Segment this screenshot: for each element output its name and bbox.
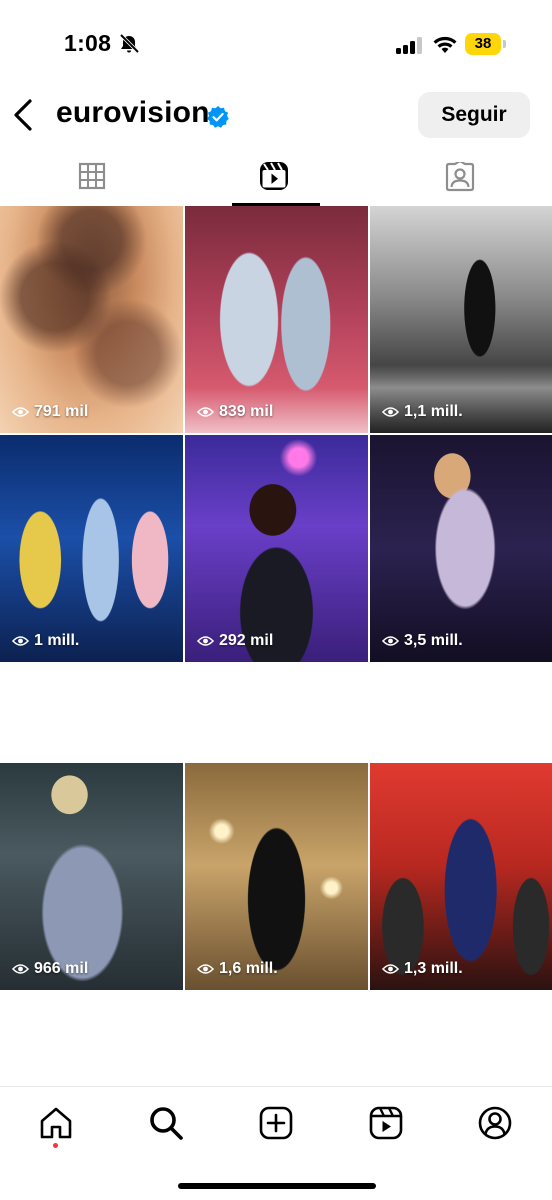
battery-icon: 38 bbox=[465, 33, 501, 55]
battery-cap bbox=[503, 40, 506, 48]
eye-icon bbox=[12, 407, 29, 417]
notification-dot bbox=[53, 1143, 58, 1148]
reels-icon[interactable] bbox=[368, 1105, 404, 1141]
bell-muted-icon bbox=[119, 34, 140, 54]
wifi-icon bbox=[433, 36, 457, 53]
bottom-nav bbox=[0, 1086, 552, 1200]
view-count: 3,5 mill. bbox=[382, 632, 463, 650]
back-chevron-icon[interactable] bbox=[12, 98, 34, 132]
home-icon[interactable] bbox=[38, 1105, 74, 1141]
tagged-icon bbox=[445, 162, 475, 192]
plus-square-icon[interactable] bbox=[258, 1105, 294, 1141]
tab-grid[interactable] bbox=[0, 152, 184, 206]
profile-icon[interactable] bbox=[477, 1105, 513, 1141]
reel-thumbnail[interactable]: 966 mil bbox=[0, 763, 183, 990]
verified-badge-icon bbox=[207, 106, 229, 128]
eye-icon bbox=[382, 636, 399, 646]
profile-tabs bbox=[0, 152, 552, 206]
tab-reels[interactable] bbox=[184, 152, 368, 206]
reel-thumbnail[interactable]: 1,1 mill. bbox=[370, 206, 552, 433]
follow-button[interactable]: Seguir bbox=[418, 92, 530, 138]
view-count: 1,3 mill. bbox=[382, 960, 463, 978]
eye-icon bbox=[197, 964, 214, 974]
reel-thumbnail[interactable]: 791 mil bbox=[0, 206, 183, 433]
reel-thumbnail[interactable]: 3,5 mill. bbox=[370, 435, 552, 662]
view-count: 1,1 mill. bbox=[382, 403, 463, 421]
reels-icon bbox=[260, 162, 288, 190]
view-count: 1 mill. bbox=[12, 632, 79, 650]
grid-icon bbox=[78, 162, 106, 190]
reel-thumbnail[interactable]: 1,3 mill. bbox=[370, 763, 552, 990]
view-count: 292 mil bbox=[197, 632, 273, 650]
reels-grid: 791 mil 839 mil 1,1 mill. 1 mill. 292 mi bbox=[0, 206, 552, 1086]
view-count: 1,6 mill. bbox=[197, 960, 278, 978]
reel-thumbnail[interactable]: 1,6 mill. bbox=[185, 763, 368, 990]
profile-username: eurovision bbox=[56, 96, 210, 129]
status-time: 1:08 bbox=[64, 30, 112, 56]
tab-tagged[interactable] bbox=[368, 152, 552, 206]
home-indicator bbox=[178, 1183, 376, 1189]
search-icon[interactable] bbox=[148, 1105, 184, 1141]
profile-header: eurovision Seguir bbox=[0, 90, 552, 142]
eye-icon bbox=[382, 964, 399, 974]
view-count: 839 mil bbox=[197, 403, 273, 421]
cellular-signal-icon bbox=[396, 36, 424, 54]
eye-icon bbox=[12, 964, 29, 974]
reel-thumbnail[interactable]: 1 mill. bbox=[0, 435, 183, 662]
eye-icon bbox=[12, 636, 29, 646]
view-count: 966 mil bbox=[12, 960, 88, 978]
eye-icon bbox=[382, 407, 399, 417]
eye-icon bbox=[197, 407, 214, 417]
eye-icon bbox=[197, 636, 214, 646]
view-count: 791 mil bbox=[12, 403, 88, 421]
reel-thumbnail[interactable]: 839 mil bbox=[185, 206, 368, 433]
status-bar: 1:08 38 bbox=[0, 0, 552, 90]
reel-thumbnail[interactable]: 292 mil bbox=[185, 435, 368, 662]
